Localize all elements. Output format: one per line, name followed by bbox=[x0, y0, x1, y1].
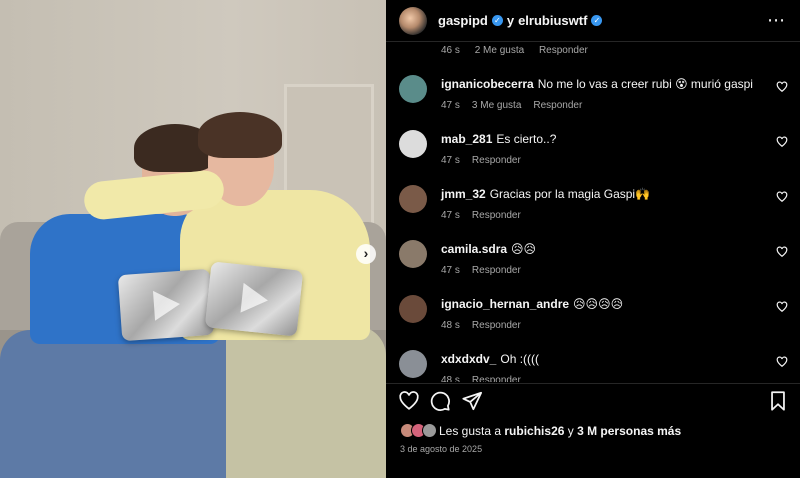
comment-line: xdxdxdv_ Oh :(((( bbox=[441, 352, 761, 366]
comment-line: ignanicobecerra No me lo vas a creer rubi… bbox=[441, 77, 761, 91]
comment-meta: 47 s Responder bbox=[441, 210, 761, 221]
comment-text: 😥😥😥😥 bbox=[573, 297, 624, 311]
comment-item: jmm_32 Gracias por la magia Gaspi🙌 47 s Res… bbox=[386, 185, 800, 235]
likes-connector: y bbox=[564, 423, 578, 438]
cut-off-comment-meta: 46 s 2 Me gusta Responder bbox=[441, 45, 600, 56]
verified-icon: ✓ bbox=[491, 15, 503, 26]
commenter-username[interactable]: ignanicobecerra bbox=[441, 77, 534, 91]
comment-time: 47 s bbox=[441, 210, 460, 221]
reply-link[interactable]: Responder bbox=[539, 45, 588, 56]
commenter-avatar[interactable] bbox=[399, 350, 427, 378]
comment-time: 46 s bbox=[441, 45, 460, 56]
liker-avatars bbox=[400, 423, 437, 438]
carousel-next-button[interactable]: › bbox=[356, 244, 376, 264]
reply-link[interactable]: Responder bbox=[472, 210, 521, 221]
action-bar bbox=[386, 383, 800, 419]
comment-body: camila.sdra 😥😥 47 s Responder bbox=[441, 242, 761, 276]
comment-likes[interactable]: 3 Me gusta bbox=[472, 100, 521, 111]
more-options-icon[interactable]: ⋯ bbox=[767, 11, 786, 29]
commenter-avatar[interactable] bbox=[399, 75, 427, 103]
reply-link[interactable]: Responder bbox=[472, 320, 521, 331]
commenter-username[interactable]: xdxdxdv_ bbox=[441, 352, 496, 366]
author-avatar[interactable] bbox=[399, 6, 427, 35]
comment-item: camila.sdra 😥😥 47 s Responder bbox=[386, 240, 800, 290]
photo-person-right-hair bbox=[198, 112, 282, 158]
commenter-username[interactable]: jmm_32 bbox=[441, 187, 486, 201]
comment-text: Gracias por la magia Gaspi🙌 bbox=[489, 187, 651, 201]
comment-item: xdxdxdv_ Oh :(((( 48 s Responder bbox=[386, 350, 800, 382]
photo-play-button-plaque bbox=[204, 261, 304, 337]
comment-icon[interactable] bbox=[429, 390, 451, 412]
photo-jeans bbox=[0, 330, 240, 478]
commenter-username[interactable]: camila.sdra bbox=[441, 242, 507, 256]
comment-line: ignacio_hernan_andre 😥😥😥😥 bbox=[441, 297, 761, 311]
post-photo[interactable]: › bbox=[0, 0, 386, 478]
comment-text: 😥😥 bbox=[511, 242, 537, 256]
likes-count[interactable]: 3 M personas más bbox=[577, 424, 681, 438]
reply-link[interactable]: Responder bbox=[472, 155, 521, 166]
comment-line: jmm_32 Gracias por la magia Gaspi🙌 bbox=[441, 187, 761, 201]
comment-meta: 48 s Responder bbox=[441, 320, 761, 331]
comment-like-heart-icon[interactable] bbox=[776, 356, 788, 368]
post-date: 3 de agosto de 2025 bbox=[400, 444, 483, 454]
reply-link[interactable]: Responder bbox=[472, 265, 521, 276]
share-icon[interactable] bbox=[461, 390, 483, 412]
comment-line: camila.sdra 😥😥 bbox=[441, 242, 761, 256]
comment-item: mab_281 Es cierto..? 47 s Responder bbox=[386, 130, 800, 180]
comment-meta: 47 s Responder bbox=[441, 155, 761, 166]
comment-body: jmm_32 Gracias por la magia Gaspi🙌 47 s Res… bbox=[441, 187, 761, 221]
comment-text: Oh :(((( bbox=[500, 352, 540, 366]
verified-icon: ✓ bbox=[591, 15, 603, 26]
comment-like-heart-icon[interactable] bbox=[776, 136, 788, 148]
coauthor-username[interactable]: elrubiuswtf bbox=[518, 13, 587, 28]
reply-link[interactable]: Responder bbox=[533, 100, 582, 111]
likes-prefix: Les gusta a bbox=[439, 423, 505, 438]
comments-list[interactable]: 46 s 2 Me gusta Responder ignanicobecerr… bbox=[386, 42, 800, 382]
comment-likes[interactable]: 2 Me gusta bbox=[475, 45, 524, 56]
comment-item: ignanicobecerra No me lo vas a creer rubi… bbox=[386, 75, 800, 125]
reply-link[interactable]: Responder bbox=[472, 375, 521, 382]
instagram-post: › gaspipd ✓ y elrubiuswtf ✓ ⋯ 46 s 2 Me … bbox=[0, 0, 800, 478]
post-side-panel: gaspipd ✓ y elrubiuswtf ✓ ⋯ 46 s 2 Me gu… bbox=[386, 0, 800, 478]
author-username[interactable]: gaspipd bbox=[438, 13, 488, 28]
commenter-avatar[interactable] bbox=[399, 185, 427, 213]
commenter-avatar[interactable] bbox=[399, 240, 427, 268]
comment-body: ignacio_hernan_andre 😥😥😥😥 48 s Responder bbox=[441, 297, 761, 331]
comment-time: 47 s bbox=[441, 155, 460, 166]
save-bookmark-icon[interactable] bbox=[767, 390, 789, 412]
comment-time: 47 s bbox=[441, 100, 460, 111]
comment-item: ignacio_hernan_andre 😥😥😥😥 48 s Responder bbox=[386, 295, 800, 345]
comment-meta: 47 s 3 Me gusta Responder bbox=[441, 100, 761, 111]
comment-time: 48 s bbox=[441, 320, 460, 331]
comment-meta: 48 s Responder bbox=[441, 375, 761, 382]
comment-body: ignanicobecerra No me lo vas a creer rubi… bbox=[441, 77, 761, 111]
author-names: gaspipd ✓ y elrubiuswtf ✓ bbox=[438, 13, 606, 28]
author-connector: y bbox=[506, 13, 515, 28]
commenter-username[interactable]: mab_281 bbox=[441, 132, 492, 146]
commenter-avatar[interactable] bbox=[399, 130, 427, 158]
comment-text: Es cierto..? bbox=[496, 132, 557, 146]
comment-like-heart-icon[interactable] bbox=[776, 81, 788, 93]
comment-body: mab_281 Es cierto..? 47 s Responder bbox=[441, 132, 761, 166]
commenter-avatar[interactable] bbox=[399, 295, 427, 323]
liker-username[interactable]: rubichis26 bbox=[504, 424, 564, 438]
likes-summary: Les gusta a rubichis26 y 3 M personas má… bbox=[400, 423, 681, 438]
comment-body: xdxdxdv_ Oh :(((( 48 s Responder bbox=[441, 352, 761, 382]
comment-time: 47 s bbox=[441, 265, 460, 276]
comment-like-heart-icon[interactable] bbox=[776, 301, 788, 313]
comment-text: No me lo vas a creer rubi 😵 murió gaspi bbox=[537, 77, 753, 91]
like-heart-icon[interactable] bbox=[398, 390, 420, 412]
photo-pants bbox=[226, 326, 386, 478]
liker-avatar bbox=[422, 423, 437, 438]
photo-play-button-plaque bbox=[117, 268, 215, 342]
comment-like-heart-icon[interactable] bbox=[776, 191, 788, 203]
comment-time: 48 s bbox=[441, 375, 460, 382]
comment-line: mab_281 Es cierto..? bbox=[441, 132, 761, 146]
commenter-username[interactable]: ignacio_hernan_andre bbox=[441, 297, 569, 311]
post-header: gaspipd ✓ y elrubiuswtf ✓ ⋯ bbox=[386, 0, 800, 42]
comment-meta: 47 s Responder bbox=[441, 265, 761, 276]
comment-like-heart-icon[interactable] bbox=[776, 246, 788, 258]
